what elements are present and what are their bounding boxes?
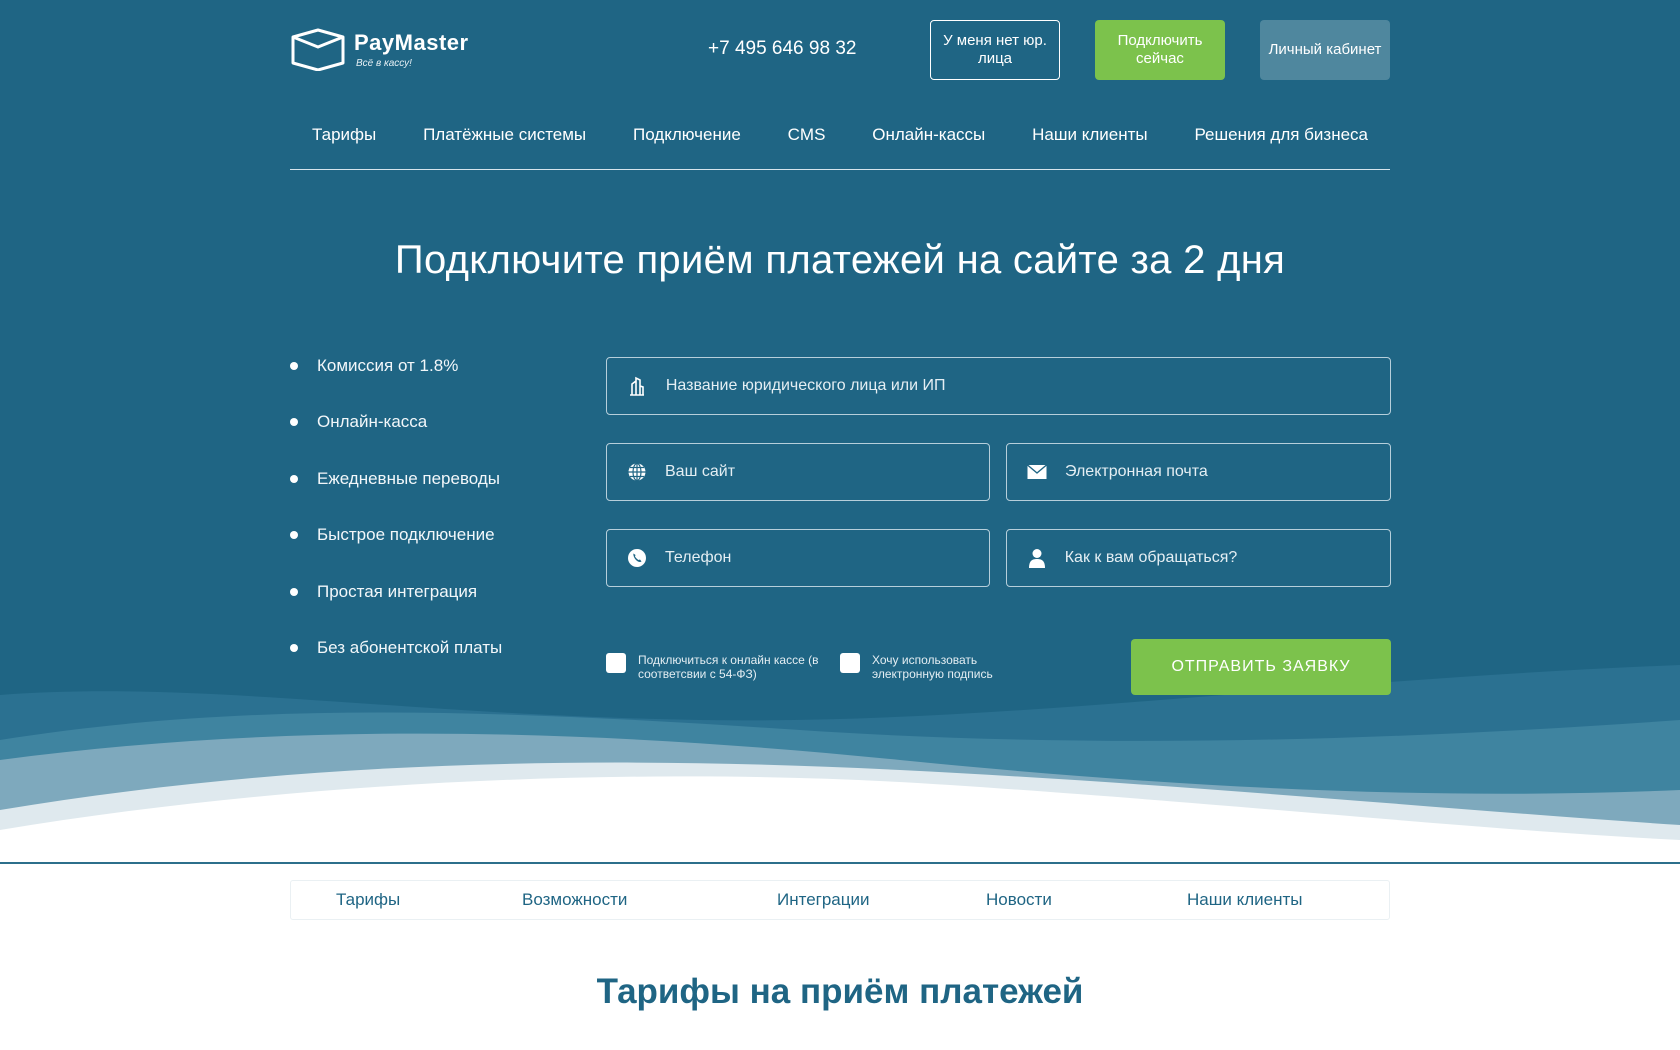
online-kassa-checkbox-label: Подключиться к онлайн кассе (в соответсв… [638,653,819,681]
nav-item-cms[interactable]: CMS [788,125,826,145]
feature-label: Комиссия от 1.8% [317,356,459,375]
logo-envelope-icon [291,28,345,71]
building-icon [627,375,648,397]
hero-wave-decoration [0,665,1680,860]
esign-checkbox-label: Хочу использовать электронную подпись [872,653,993,681]
email-input[interactable] [1065,463,1390,481]
bullet-icon [290,362,298,370]
brand-name: PayMaster [354,29,469,55]
tab-news[interactable]: Новости [986,890,1052,910]
tab-integrations[interactable]: Интеграции [777,890,870,910]
feature-item: Без абонентской платы [290,638,570,694]
checkbox-box[interactable] [840,653,860,673]
feature-label: Ежедневные переводы [317,468,500,488]
bullet-icon [290,587,298,596]
phone-input[interactable] [665,549,989,567]
hero-title: Подключите приём платежей на сайте за 2 … [394,238,1286,282]
feature-item: Простая интеграция [290,582,570,638]
envelope-icon [1027,461,1047,483]
submit-application-button[interactable]: ОТПРАВИТЬ ЗАЯВКУ [1131,639,1391,695]
nav-item-tariffs[interactable]: Тарифы [312,125,376,145]
nav-item-payment-systems[interactable]: Платёжные системы [423,125,586,145]
feature-item: Ежедневные переводы [290,469,570,525]
company-name-field[interactable] [606,357,1391,415]
tab-tariffs[interactable]: Тарифы [336,890,400,910]
online-kassa-checkbox[interactable]: Подключиться к онлайн кассе (в соответсв… [606,653,831,681]
nav-item-business-solutions[interactable]: Решения для бизнеса [1194,125,1368,145]
brand-slogan: Всё в кассу! [356,57,412,69]
feature-label: Быстрое подключение [317,525,495,545]
phone-field[interactable] [606,529,990,587]
feature-label: Онлайн-касса [317,412,428,432]
feature-label: Без абонентской платы [317,637,503,657]
feature-item: Онлайн-касса [290,412,570,468]
no-legal-entity-button[interactable]: У меня нет юр. лица [930,20,1060,80]
feature-item: Быстрое подключение [290,525,570,581]
website-input[interactable] [665,463,989,481]
feature-list: Комиссия от 1.8% Онлайн-касса Ежедневные… [290,356,570,694]
main-nav: Тарифы Платёжные системы Подключение CMS… [290,100,1390,170]
tab-features[interactable]: Возможности [522,890,627,910]
bullet-icon [290,643,298,652]
website-field[interactable] [606,443,990,501]
section-divider [0,862,1680,864]
tab-clients[interactable]: Наши клиенты [1187,890,1302,910]
contact-name-input[interactable] [1064,549,1390,567]
logo[interactable]: PayMaster Всё в кассу! [290,27,469,71]
feature-label: Простая интеграция [317,581,478,601]
nav-item-clients[interactable]: Наши клиенты [1032,125,1147,145]
site-header: PayMaster Всё в кассу! +7 495 646 98 32 … [290,18,1390,82]
connect-now-button[interactable]: Подключить сейчас [1095,20,1225,80]
company-name-input[interactable] [665,377,1390,395]
bullet-icon [290,418,298,427]
tariffs-section-title: Тарифы на приём платежей [596,972,1084,1011]
header-phone[interactable]: +7 495 646 98 32 [708,38,856,60]
checkbox-box[interactable] [606,653,626,673]
email-field[interactable] [1006,443,1391,501]
globe-icon [627,461,647,483]
esign-checkbox[interactable]: Хочу использовать электронную подпись [840,653,1040,681]
section-tabs: Тарифы Возможности Интеграции Новости На… [290,880,1390,920]
nav-item-connection[interactable]: Подключение [633,125,741,145]
feature-item: Комиссия от 1.8% [290,356,570,412]
bullet-icon [290,474,298,483]
phone-icon [627,547,647,569]
personal-account-button[interactable]: Личный кабинет [1260,20,1390,80]
user-icon [1027,547,1047,569]
contact-name-field[interactable] [1006,529,1391,587]
bullet-icon [290,531,298,540]
nav-item-online-kassa[interactable]: Онлайн-кассы [872,125,985,145]
